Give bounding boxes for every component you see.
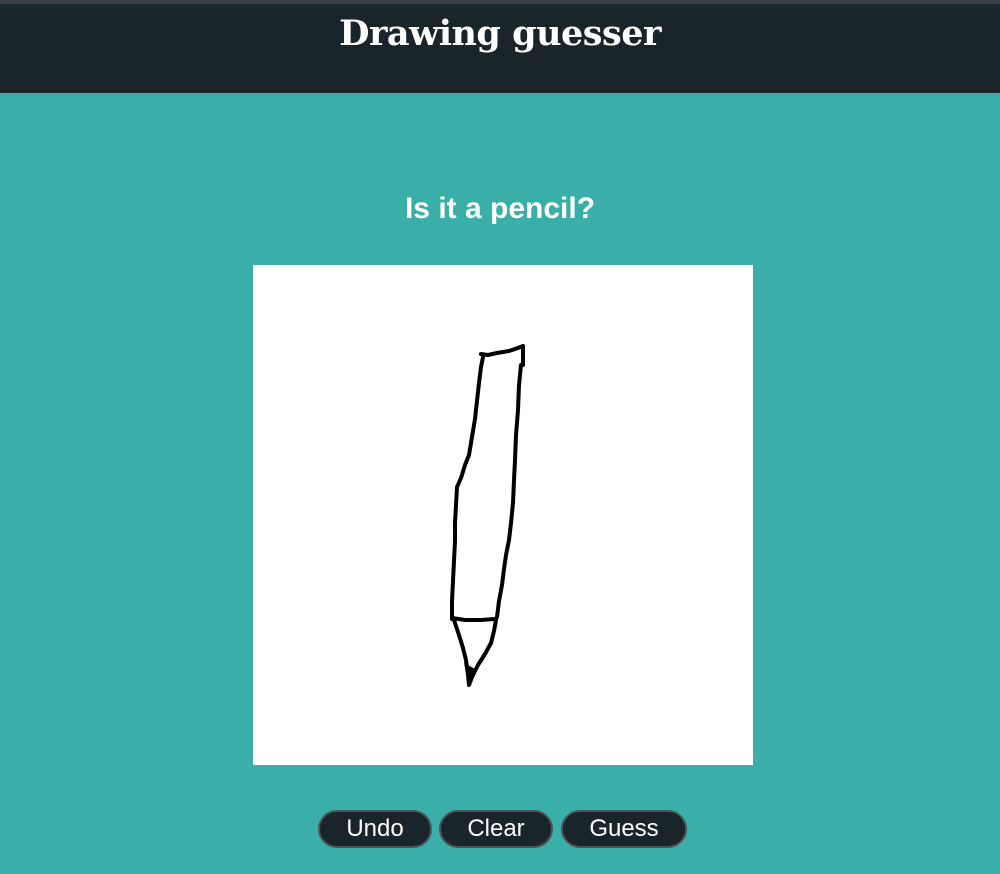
pencil-body-stroke <box>450 355 485 621</box>
pencil-right-stroke <box>495 363 523 619</box>
pencil-band-stroke <box>450 616 497 622</box>
undo-button[interactable]: Undo <box>318 810 432 848</box>
guess-result-text: Is it a pencil? <box>404 192 596 225</box>
page-title: Drawing guesser <box>339 13 661 54</box>
clear-button[interactable]: Clear <box>439 810 553 848</box>
drawing-canvas[interactable] <box>253 265 753 765</box>
drawing-strokes <box>450 344 525 687</box>
app-header: Drawing guesser <box>0 4 1000 93</box>
guess-button[interactable]: Guess <box>561 810 687 848</box>
pencil-tip-stroke <box>452 618 498 687</box>
pencil-top-stroke <box>479 344 525 367</box>
control-buttons: Undo Clear Guess <box>0 810 1000 848</box>
main-content: Is it a pencil? Undo Clear Guess <box>0 93 1000 874</box>
